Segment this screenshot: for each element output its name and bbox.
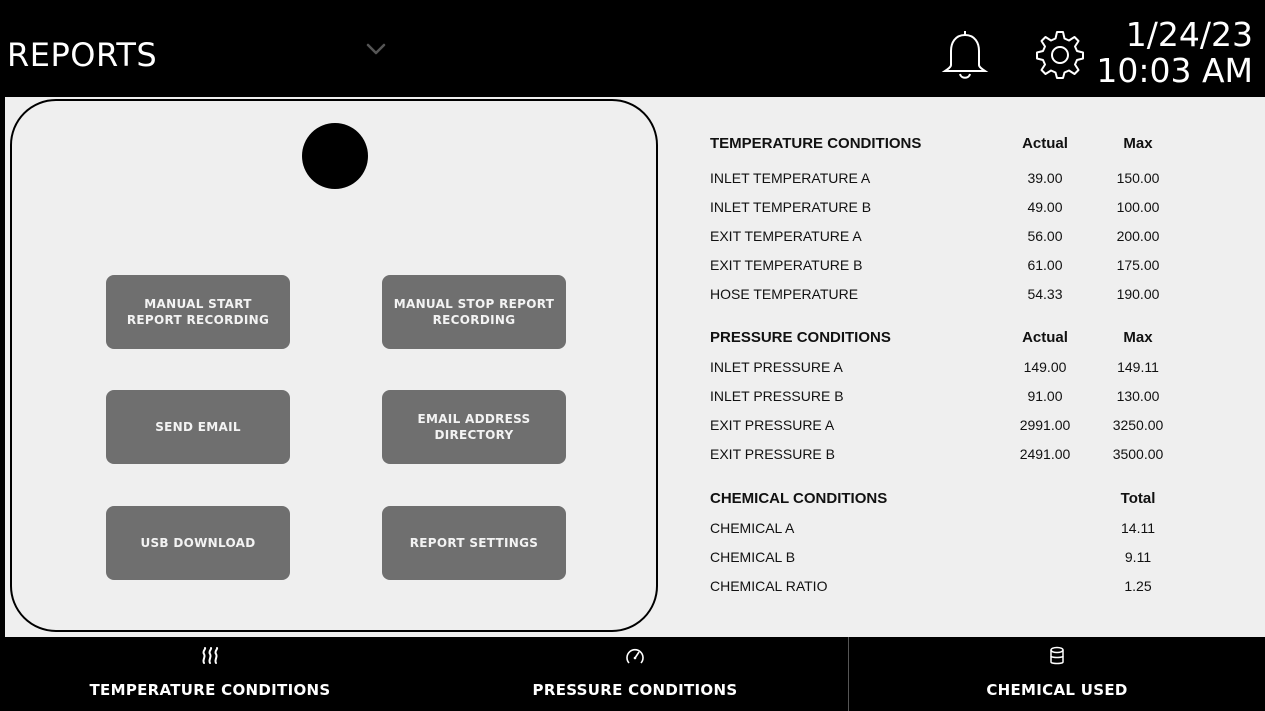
page-title: REPORTS — [7, 36, 158, 74]
chemical-header-row: CHEMICAL CONDITIONS Total — [705, 484, 1245, 514]
database-icon — [1050, 646, 1064, 665]
row-total: 14.11 — [1121, 520, 1155, 536]
bottom-nav: TEMPERATURE CONDITIONS PRESSURE CONDITIO… — [0, 637, 1265, 711]
table-row: INLET TEMPERATURE A 39.00 150.00 — [705, 163, 1245, 193]
top-bar: REPORTS 1/24/23 10:03 AM — [5, 5, 1265, 97]
main-content: MANUAL START REPORT RECORDING MANUAL STO… — [5, 97, 1265, 637]
nav-pressure-conditions[interactable]: PRESSURE CONDITIONS — [425, 637, 845, 711]
row-total: 9.11 — [1124, 549, 1152, 565]
row-label: CHEMICAL RATIO — [710, 578, 828, 594]
nav-temperature-conditions[interactable]: TEMPERATURE CONDITIONS — [0, 637, 420, 711]
table-row: EXIT PRESSURE B 2491.00 3500.00 — [705, 439, 1245, 469]
table-row: HOSE TEMPERATURE 54.33 190.00 — [705, 279, 1245, 309]
actual-column-header: Actual — [1022, 135, 1068, 152]
nav-label: PRESSURE CONDITIONS — [532, 681, 738, 699]
row-actual: 149.00 — [1023, 359, 1067, 375]
row-label: INLET PRESSURE B — [710, 388, 844, 404]
row-max: 100.00 — [1116, 199, 1160, 215]
chevron-down-icon[interactable] — [365, 41, 387, 57]
pressure-header-row: PRESSURE CONDITIONS Actual Max — [705, 323, 1245, 353]
manual-start-report-button[interactable]: MANUAL START REPORT RECORDING — [106, 275, 290, 349]
row-actual: 49.00 — [1027, 199, 1063, 215]
temperature-heading: TEMPERATURE CONDITIONS — [710, 135, 922, 152]
row-label: EXIT PRESSURE B — [710, 446, 836, 462]
report-actions-panel: MANUAL START REPORT RECORDING MANUAL STO… — [10, 99, 658, 632]
total-column-header: Total — [1120, 490, 1156, 507]
date-text: 1/24/23 — [1125, 15, 1253, 54]
send-email-button[interactable]: SEND EMAIL — [106, 390, 290, 464]
row-label: HOSE TEMPERATURE — [710, 286, 859, 302]
report-settings-button[interactable]: REPORT SETTINGS — [382, 506, 566, 580]
row-max: 175.00 — [1116, 257, 1160, 273]
table-row: EXIT PRESSURE A 2991.00 3250.00 — [705, 410, 1245, 440]
row-max: 130.00 — [1116, 388, 1160, 404]
temperature-header-row: TEMPERATURE CONDITIONS Actual Max — [705, 129, 1245, 159]
nav-label: CHEMICAL USED — [986, 681, 1128, 699]
max-column-header: Max — [1123, 135, 1153, 152]
row-total: 1.25 — [1124, 578, 1152, 594]
table-row: INLET TEMPERATURE B 49.00 100.00 — [705, 192, 1245, 222]
row-max: 3500.00 — [1112, 446, 1164, 462]
nav-chemical-used[interactable]: CHEMICAL USED — [849, 637, 1265, 711]
row-max: 190.00 — [1116, 286, 1160, 302]
table-row: EXIT TEMPERATURE A 56.00 200.00 — [705, 221, 1245, 251]
time-text: 10:03 AM — [1096, 51, 1253, 90]
email-address-directory-button[interactable]: EMAIL ADDRESS DIRECTORY — [382, 390, 566, 464]
usb-download-button[interactable]: USB DOWNLOAD — [106, 506, 290, 580]
max-column-header: Max — [1123, 329, 1153, 346]
row-actual: 39.00 — [1027, 170, 1063, 186]
table-row: EXIT TEMPERATURE B 61.00 175.00 — [705, 250, 1245, 280]
row-actual: 2491.00 — [1019, 446, 1071, 462]
table-row: INLET PRESSURE B 91.00 130.00 — [705, 381, 1245, 411]
chemical-heading: CHEMICAL CONDITIONS — [710, 490, 888, 507]
row-max: 149.11 — [1117, 359, 1159, 375]
heat-waves-icon — [202, 647, 219, 664]
table-row: INLET PRESSURE A 149.00 149.11 — [705, 352, 1245, 382]
row-actual: 54.33 — [1027, 286, 1063, 302]
table-row: CHEMICAL RATIO 1.25 — [705, 571, 1245, 601]
row-label: EXIT TEMPERATURE A — [710, 228, 862, 244]
row-label: EXIT TEMPERATURE B — [710, 257, 863, 273]
row-label: EXIT PRESSURE A — [710, 417, 835, 433]
row-actual: 56.00 — [1027, 228, 1063, 244]
row-actual: 91.00 — [1027, 388, 1063, 404]
row-label: INLET TEMPERATURE A — [710, 170, 871, 186]
nav-label: TEMPERATURE CONDITIONS — [89, 681, 331, 699]
table-row: CHEMICAL A 14.11 — [705, 513, 1245, 543]
recording-status-indicator — [302, 123, 368, 189]
datetime: 1/24/23 10:03 AM — [1096, 17, 1253, 89]
gauge-icon — [626, 648, 644, 664]
row-max: 200.00 — [1116, 228, 1160, 244]
row-max: 150.00 — [1116, 170, 1160, 186]
row-actual: 61.00 — [1027, 257, 1063, 273]
manual-stop-report-button[interactable]: MANUAL STOP REPORT RECORDING — [382, 275, 566, 349]
row-label: CHEMICAL B — [710, 549, 796, 565]
row-max: 3250.00 — [1112, 417, 1164, 433]
table-row: CHEMICAL B 9.11 — [705, 542, 1245, 572]
bell-icon[interactable] — [940, 29, 990, 83]
row-label: INLET PRESSURE A — [710, 359, 843, 375]
row-label: CHEMICAL A — [710, 520, 795, 536]
actual-column-header: Actual — [1022, 329, 1068, 346]
gear-icon[interactable] — [1035, 29, 1085, 79]
pressure-heading: PRESSURE CONDITIONS — [710, 329, 891, 346]
row-actual: 2991.00 — [1019, 417, 1071, 433]
row-label: INLET TEMPERATURE B — [710, 199, 872, 215]
